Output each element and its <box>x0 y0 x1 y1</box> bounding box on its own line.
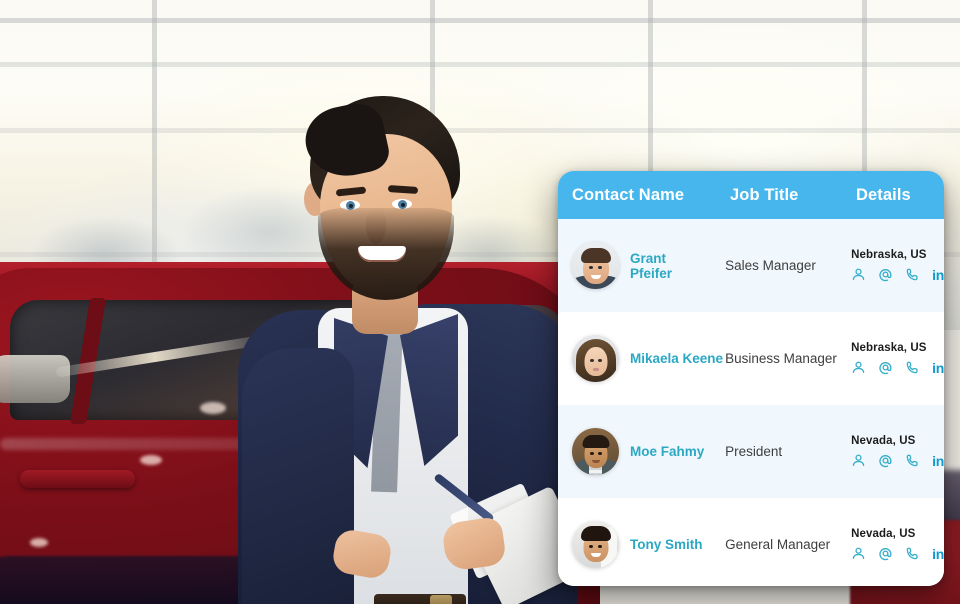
phone-icon[interactable] <box>905 360 920 375</box>
avatar <box>572 428 619 475</box>
contact-name-label[interactable]: Mikaela Keene <box>630 351 723 366</box>
contact-rows: Grant Pfeifer Sales Manager Nebraska, US… <box>558 219 944 586</box>
window-mullion-horizontal <box>0 62 960 67</box>
linkedin-icon[interactable]: in <box>932 268 944 282</box>
detail-icons: in <box>851 453 944 468</box>
avatar <box>572 242 619 289</box>
contact-name-cell: Mikaela Keene <box>572 335 725 382</box>
table-row[interactable]: Moe Fahmy President Nevada, US in <box>558 405 944 498</box>
email-at-icon[interactable] <box>878 453 893 468</box>
location-label: Nevada, US <box>851 435 916 447</box>
contact-name-cell: Moe Fahmy <box>572 428 725 475</box>
screenshot-root: Contact Name Job Title Details Grant Pfe… <box>0 0 960 604</box>
window-mullion-horizontal <box>0 18 960 23</box>
contact-name-label[interactable]: Tony Smith <box>630 537 703 552</box>
detail-icons: in <box>851 546 944 561</box>
detail-icons: in <box>851 360 944 375</box>
contact-name-line-1: Moe Fahmy <box>630 444 705 459</box>
contact-name-line-1: Tony Smith <box>630 537 703 552</box>
avatar <box>572 521 619 568</box>
phone-icon[interactable] <box>905 453 920 468</box>
column-header-contact-name: Contact Name <box>572 185 685 204</box>
belt-buckle <box>430 595 452 604</box>
linkedin-icon[interactable]: in <box>932 361 944 375</box>
salesman-figure <box>238 96 592 604</box>
contact-person-icon[interactable] <box>851 360 866 375</box>
contact-person-icon[interactable] <box>851 267 866 282</box>
column-header-job-title: Job Title <box>730 185 799 204</box>
details-cell: Nevada, US in <box>847 528 944 561</box>
email-at-icon[interactable] <box>878 360 893 375</box>
linkedin-icon[interactable]: in <box>932 454 944 468</box>
contact-name-label[interactable]: Moe Fahmy <box>630 444 704 459</box>
car-highlight <box>140 455 162 465</box>
location-label: Nevada, US <box>851 528 916 540</box>
contact-name-cell: Grant Pfeifer <box>572 242 725 289</box>
contact-name-line-2: Pfeifer <box>630 265 673 281</box>
email-at-icon[interactable] <box>878 267 893 282</box>
contact-name-line-1: Mikaela Keene <box>630 351 724 366</box>
contact-name-line-1: Grant <box>630 250 667 266</box>
table-header-row: Contact Name Job Title Details <box>558 171 944 219</box>
avatar <box>572 335 619 382</box>
table-row[interactable]: Mikaela Keene Business Manager Nebraska,… <box>558 312 944 405</box>
email-at-icon[interactable] <box>878 546 893 561</box>
contact-list-card: Contact Name Job Title Details Grant Pfe… <box>558 171 944 586</box>
location-label: Nebraska, US <box>851 249 927 261</box>
job-title-cell: General Manager <box>725 537 831 552</box>
job-title-cell: President <box>725 444 783 459</box>
table-row[interactable]: Grant Pfeifer Sales Manager Nebraska, US… <box>558 219 944 312</box>
phone-icon[interactable] <box>905 546 920 561</box>
details-cell: Nebraska, US in <box>847 342 944 375</box>
details-cell: Nebraska, US in <box>847 249 944 282</box>
belt <box>374 594 466 604</box>
red-car-mirror <box>0 355 70 403</box>
details-cell: Nevada, US in <box>847 435 944 468</box>
car-highlight <box>30 538 48 547</box>
contact-name-cell: Tony Smith <box>572 521 725 568</box>
column-header-details: Details <box>856 185 911 204</box>
car-highlight <box>200 402 226 414</box>
red-car-door-handle <box>20 470 135 488</box>
smile <box>358 246 406 262</box>
job-title-cell: Business Manager <box>725 351 837 366</box>
phone-icon[interactable] <box>905 267 920 282</box>
job-title-cell: Sales Manager <box>725 258 816 273</box>
contact-name-label[interactable]: Grant Pfeifer <box>630 251 672 281</box>
location-label: Nebraska, US <box>851 342 927 354</box>
detail-icons: in <box>851 267 944 282</box>
contact-person-icon[interactable] <box>851 453 866 468</box>
contact-person-icon[interactable] <box>851 546 866 561</box>
table-row[interactable]: Tony Smith General Manager Nevada, US in <box>558 498 944 586</box>
linkedin-icon[interactable]: in <box>932 547 944 561</box>
